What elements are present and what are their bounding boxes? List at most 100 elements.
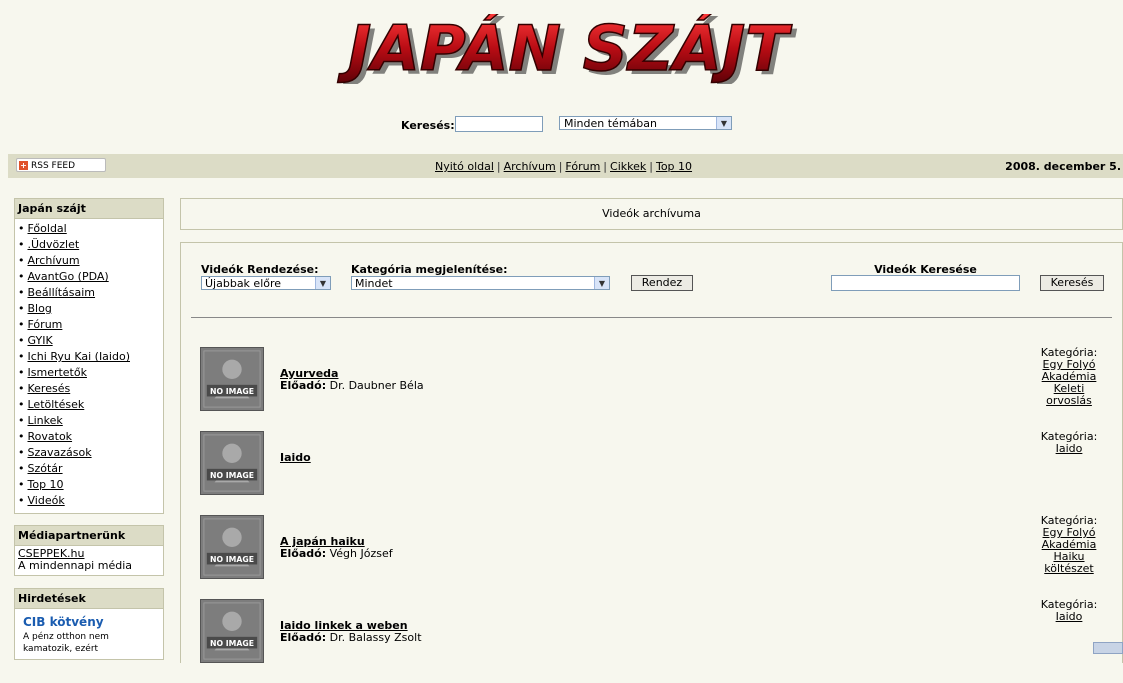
sidebar-link[interactable]: Rovatok [28,430,73,443]
category-link[interactable]: Iaido [1056,610,1083,623]
chevron-down-icon[interactable]: ▼ [716,117,731,129]
bullet-icon: • [18,366,25,379]
sidebar-link[interactable]: Főoldal [28,222,67,235]
sidebar-link[interactable]: Szótár [28,462,63,475]
sidebar-link[interactable]: .Üdvözlet [28,238,80,251]
bullet-icon: • [18,462,25,475]
ads-title: Hirdetések [15,589,163,609]
nav-link-top10[interactable]: Top 10 [656,160,692,173]
sidebar-link[interactable]: Keresés [28,382,71,395]
sidebar-link[interactable]: Ismertetők [28,366,87,379]
video-thumbnail[interactable]: NO IMAGE [200,347,264,411]
sidebar-link[interactable]: Fórum [28,318,63,331]
top-search-bar: Keresés: Minden témában ▼ [0,116,1123,136]
category-link[interactable]: Haiku költészet [1044,550,1093,575]
ad-banner[interactable]: CIB kötvény A pénz otthon nem kamatozik,… [21,611,139,657]
sidebar-link[interactable]: Beállításaim [28,286,96,299]
video-archive-panel: Videók Rendezése: Újabbak előre ▼ Kategó… [180,242,1123,663]
topic-select-value: Minden témában [564,117,657,130]
sidebar-item: • Ichi Ryu Kai (Iaido) [18,349,160,365]
sidebar-ads: Hirdetések CIB kötvény A pénz otthon nem… [14,588,164,660]
nav-separator: | [603,160,608,173]
performer-label: Előadó: [280,547,327,560]
bullet-icon: • [18,398,25,411]
video-thumbnail[interactable]: NO IMAGE [200,515,264,579]
video-search-button[interactable]: Keresés [1040,275,1104,291]
bullet-icon: • [18,238,25,251]
video-categories: Kategória: Egy Folyó Akadémia Haiku költés… [1034,515,1104,575]
page-title-box: Videók archívuma [180,198,1123,230]
sidebar-menu-list: • Főoldal • .Üdvözlet • Archívum • AvantGo (PDA… [15,219,163,511]
sidebar-item: • GYIK [18,333,160,349]
video-performer: Előadó: Dr. Daubner Béla [280,379,424,392]
plus-icon: + [19,161,28,170]
bullet-icon: • [18,302,25,315]
sidebar-item: • Főoldal [18,221,160,237]
nav-link-articles[interactable]: Cikkek [610,160,646,173]
sidebar-main-menu: Japán szájt • Főoldal • .Üdvözlet • Archívum •… [14,198,164,514]
page-title: Videók archívuma [602,207,701,220]
nav-links: Nyitó oldal | Archívum | Fórum | Cikkek | Top 10 [432,160,695,173]
bullet-icon: • [18,318,25,331]
topic-select[interactable]: Minden témában ▼ [559,116,732,130]
sidebar-item: • Archívum [18,253,160,269]
sidebar-item: • Rovatok [18,429,160,445]
sidebar-link[interactable]: Videók [28,494,65,507]
sort-select[interactable]: Újabbak előre ▼ [201,276,331,290]
sort-label: Videók Rendezése: [201,263,319,276]
sidebar-link[interactable]: Ichi Ryu Kai (Iaido) [28,350,131,363]
nav-link-forum[interactable]: Fórum [565,160,600,173]
bullet-icon: • [18,254,25,267]
svg-text:NO IMAGE: NO IMAGE [210,555,254,564]
svg-text:JAPÁN SZÁJT: JAPÁN SZÁJT [337,14,793,84]
sidebar-link[interactable]: Top 10 [28,478,64,491]
sidebar-link[interactable]: Blog [28,302,52,315]
nav-link-archive[interactable]: Archívum [504,160,556,173]
performer-name: Dr. Balassy Zsolt [329,631,422,644]
video-thumbnail[interactable]: NO IMAGE [200,599,264,663]
sidebar-link[interactable]: GYIK [28,334,53,347]
sort-button[interactable]: Rendez [631,275,693,291]
no-image-icon: NO IMAGE [201,348,263,410]
ad-title: CIB kötvény [23,615,104,629]
video-categories: Kategória: Iaido [1034,599,1104,623]
sidebar-item: • AvantGo (PDA) [18,269,160,285]
chevron-down-icon[interactable]: ▼ [594,277,609,289]
category-select[interactable]: Mindet ▼ [351,276,610,290]
bullet-icon: • [18,414,25,427]
category-link[interactable]: Egy Folyó Akadémia [1042,526,1097,551]
sidebar-link[interactable]: AvantGo (PDA) [28,270,109,283]
current-date: 2008. december 5. [1005,160,1121,173]
sidebar-link[interactable]: Letöltések [28,398,85,411]
bullet-icon: • [18,222,25,235]
video-item: NO IMAGE Ayurveda Előadó: Dr. Daubner Béla… [181,347,1122,431]
bullet-icon: • [18,286,25,299]
video-performer: Előadó: Végh József [280,547,393,560]
bullet-icon: • [18,382,25,395]
nav-separator: | [649,160,653,173]
divider [191,317,1112,318]
ad-text: A pénz otthon nem kamatozik, ezért [23,632,109,654]
nav-link-home[interactable]: Nyitó oldal [435,160,494,173]
partner-title: Médiapartnerünk [15,526,163,546]
category-link[interactable]: Egy Folyó Akadémia [1042,358,1097,383]
chevron-down-icon[interactable]: ▼ [315,277,330,289]
category-link[interactable]: Keleti orvoslás [1046,382,1092,407]
category-link[interactable]: Iaido [1056,442,1083,455]
rss-feed-button[interactable]: + RSS FEED [16,158,106,172]
video-title-link[interactable]: Iaido [280,451,311,464]
performer-label: Előadó: [280,379,327,392]
sidebar-link[interactable]: Archívum [28,254,80,267]
sidebar-link[interactable]: Szavazások [28,446,92,459]
video-search-input[interactable] [831,275,1020,291]
sidebar-link[interactable]: Linkek [28,414,63,427]
bullet-icon: • [18,334,25,347]
category-select-value: Mindet [355,277,393,290]
video-thumbnail[interactable]: NO IMAGE [200,431,264,495]
sidebar-item: • Linkek [18,413,160,429]
search-input[interactable] [455,116,543,132]
sidebar-item: • Blog [18,301,160,317]
video-performer: Előadó: Dr. Balassy Zsolt [280,631,422,644]
sidebar-item: • Letöltések [18,397,160,413]
bullet-icon: • [18,494,25,507]
